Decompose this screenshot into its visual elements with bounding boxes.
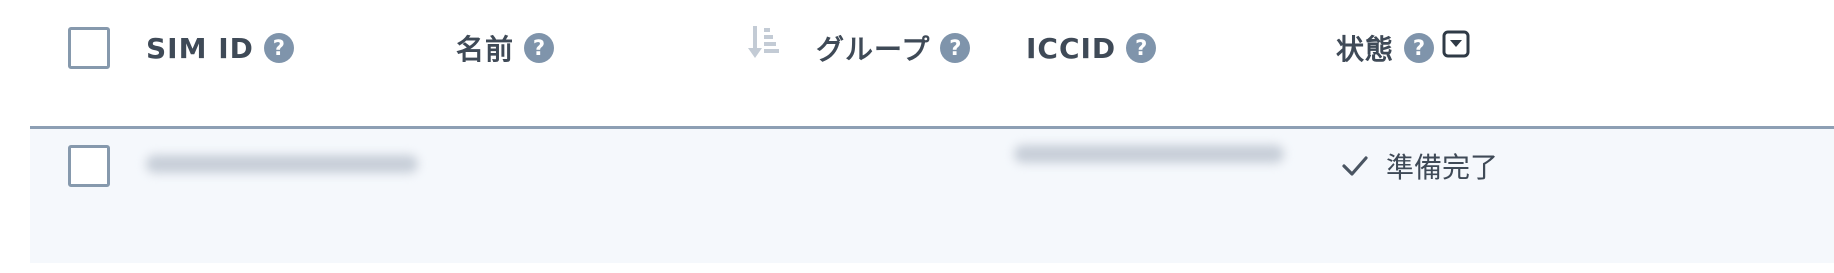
table-row[interactable] [30,129,1834,263]
select-all-checkbox[interactable] [68,27,110,69]
filter-dropdown-icon[interactable] [1442,30,1470,58]
question-circle-icon[interactable]: ? [524,33,555,63]
redacted-iccid [1014,145,1284,163]
column-label-name: 名前 [456,33,515,66]
status-cell: 準備完了 [1340,146,1498,186]
column-header-name[interactable]: 名前 ? [456,28,555,68]
status-text: 準備完了 [1386,151,1499,184]
question-circle-icon[interactable]: ? [263,33,294,63]
question-circle-icon[interactable]: ? [1126,33,1157,63]
column-header-status[interactable]: 状態 ? [1336,28,1470,68]
checkmark-icon [1342,156,1368,176]
column-label-status: 状態 [1336,33,1395,66]
column-header-sim-id[interactable]: SIM ID ? [146,28,294,68]
question-circle-icon[interactable]: ? [1404,33,1435,63]
column-label-iccid: ICCID [1026,31,1117,65]
column-label-sim-id: SIM ID [146,31,254,65]
question-circle-icon[interactable]: ? [940,33,971,63]
sort-descending-icon[interactable] [748,24,782,62]
column-label-group: グループ [816,33,931,66]
redacted-sim-id [146,155,418,173]
column-header-group[interactable]: グループ ? [816,28,971,68]
column-header-iccid[interactable]: ICCID ? [1026,28,1157,68]
row-select-checkbox[interactable] [68,145,110,187]
sim-table: SIM ID ? 名前 ? グループ ? ICCID ? 状態 ? 準備完了 [0,0,1834,273]
